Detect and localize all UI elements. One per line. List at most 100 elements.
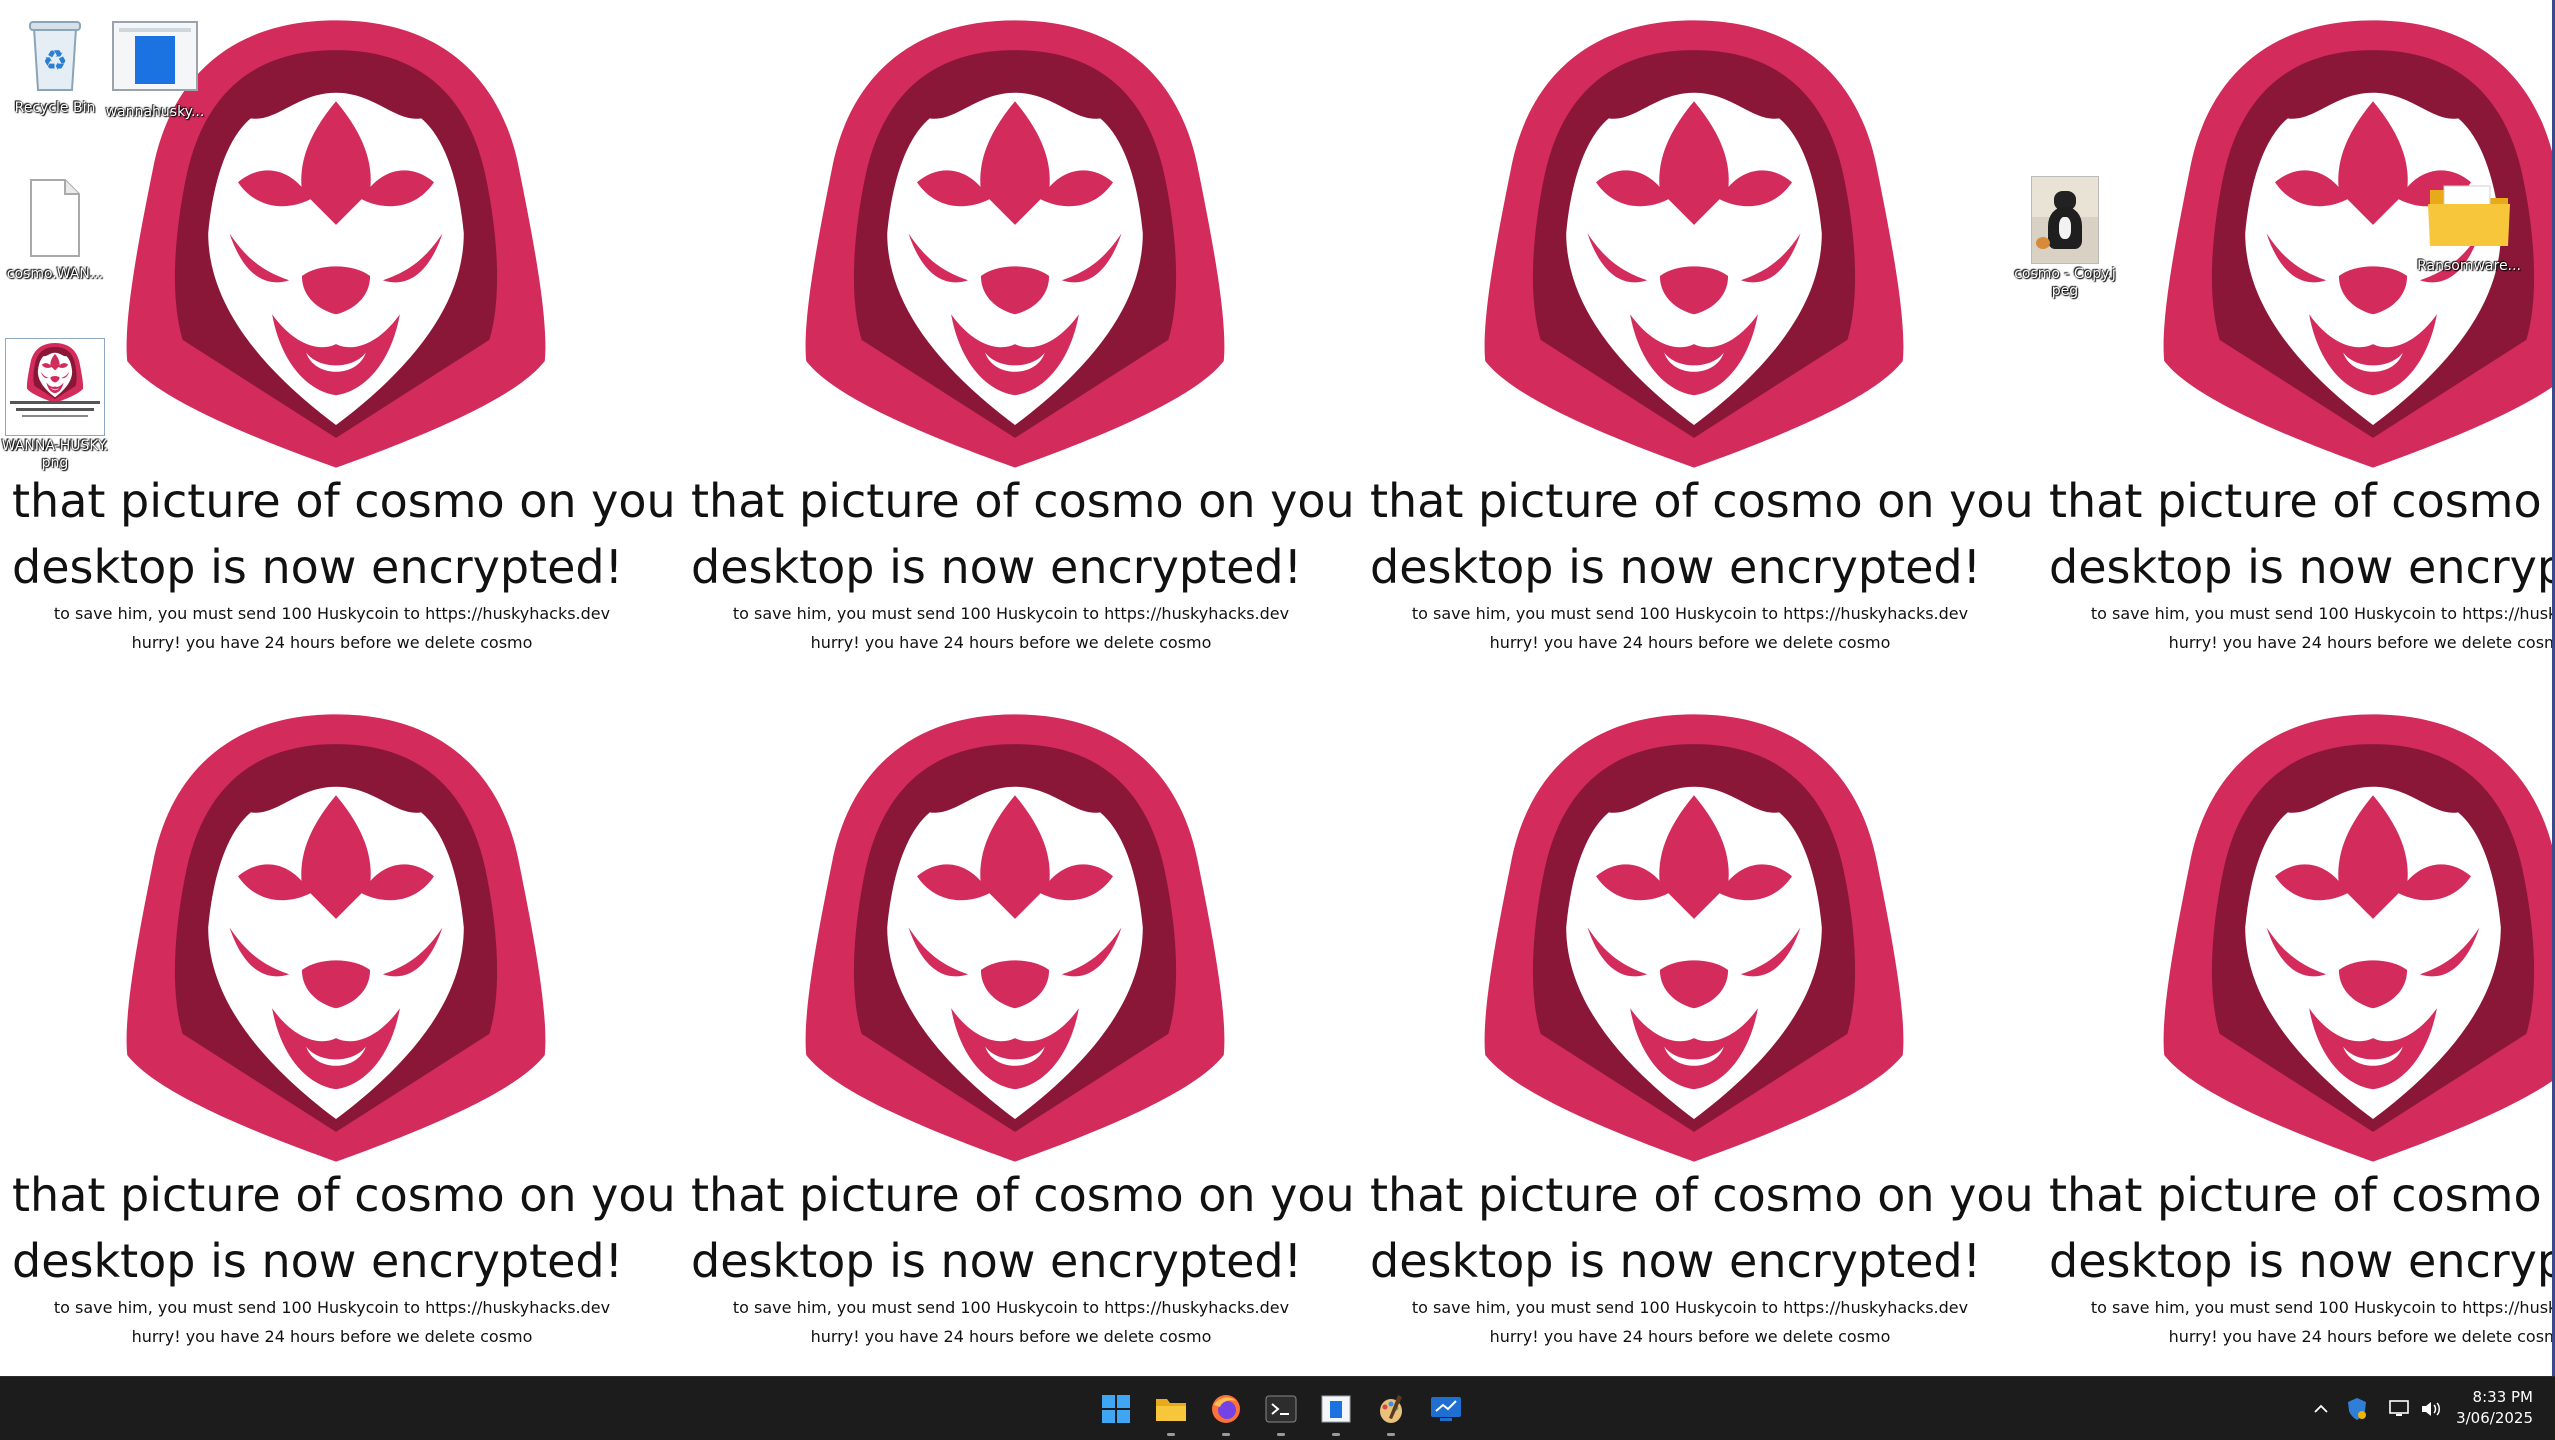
ransom-headline: that picture of cosmo on your desktop is … [691,468,1358,600]
ransom-tile: that picture of cosmo on your desktop is … [2037,0,2555,694]
windows-logo-icon [1102,1395,1130,1423]
ransom-deadline: hurry! you have 24 hours before we delet… [131,1327,533,1346]
ransom-headline-line2: desktop is now encrypted! [691,1234,1303,1288]
ransom-instructions: to save him, you must send 100 Huskycoin… [53,604,611,623]
cosmo-copy-jpeg-item[interactable]: cosmo - Copy.jpeg [2010,176,2120,300]
ransom-headline-line2: desktop is now encrypted! [691,540,1303,594]
ransom-instructions: to save him, you must send 100 Huskycoin… [1411,604,1969,623]
ransom-deadline: hurry! you have 24 hours before we delet… [810,633,1212,652]
paint-button[interactable] [1370,1388,1412,1436]
wannahusky-exe-label: wannahusky... [105,104,205,120]
ransom-instructions: to save him, you must send 100 Huskycoin… [2090,604,2555,623]
ransom-headline: that picture of cosmo on your desktop is … [691,1162,1358,1294]
ransom-headline: that picture of cosmo on your desktop is … [2049,468,2555,600]
show-hidden-icons-button[interactable] [2310,1395,2332,1423]
husky-hood-logo [805,20,1225,468]
ransom-headline: that picture of cosmo on your desktop is … [12,468,679,600]
ransom-instructions: to save him, you must send 100 Huskycoin… [1411,1298,1969,1317]
terminal-icon [1265,1395,1297,1423]
ransom-headline-line1: that picture of cosmo on your [12,474,679,528]
remote-desktop-icon [1431,1397,1461,1421]
ransom-tile: that picture of cosmo on your desktop is … [2037,694,2555,1376]
husky-hood-logo [1484,20,1904,468]
speaker-icon [2422,1402,2440,1416]
ransom-headline-line2: desktop is now encrypted! [2049,1234,2555,1288]
shield-icon [2348,1398,2366,1420]
ransom-tile: that picture of cosmo on your desktop is … [1358,0,2037,694]
running-indicator [1277,1433,1285,1436]
ransom-headline: that picture of cosmo on your desktop is … [12,1162,679,1294]
ransomware-folder-label: Ransomware... [2417,258,2521,274]
firefox-icon [1212,1395,1240,1423]
husky-hood-logo [1484,714,1904,1162]
ransom-tile: that picture of cosmo on your desktop is … [1358,694,2037,1376]
ransom-headline-line2: desktop is now encrypted! [12,540,624,594]
svg-text:♻: ♻ [42,44,67,77]
start-button[interactable] [1095,1388,1137,1430]
firefox-button[interactable] [1205,1388,1247,1436]
cosmo-encrypted-file-item[interactable]: cosmo.WAN... [0,176,110,283]
ransom-headline-line1: that picture of cosmo on your [691,1168,1358,1222]
desktop-wallpaper: that picture of cosmo on your desktop is … [0,0,2555,1376]
ransom-headline: that picture of cosmo on your desktop is … [2049,1162,2555,1294]
husky-thumbnail-icon [26,343,84,403]
running-indicator [1387,1433,1395,1436]
wannahusky-png-label: WANNA-HUSKY.png [1,438,109,471]
network-tray-button[interactable] [2386,1395,2412,1423]
recycle-bin-label: Recycle Bin [14,100,96,116]
ransom-instructions: to save him, you must send 100 Huskycoin… [732,1298,1290,1317]
wannahusky-exe-icon-item[interactable]: wannahusky... [100,18,210,121]
ransom-deadline: hurry! you have 24 hours before we delet… [1489,633,1891,652]
ransom-headline-line1: that picture of cosmo on your [2049,474,2555,528]
ransom-deadline: hurry! you have 24 hours before we delet… [810,1327,1212,1346]
volume-tray-button[interactable] [2418,1395,2444,1423]
husky-hood-logo [126,714,546,1162]
running-indicator [1332,1433,1340,1436]
ransom-headline-line2: desktop is now encrypted! [1370,540,1982,594]
chevron-up-icon [2314,1404,2328,1413]
cosmo-cat-photo-icon [2031,176,2099,264]
ransom-deadline: hurry! you have 24 hours before we delet… [2168,633,2555,652]
ransom-headline-line1: that picture of cosmo on your [1370,1168,2037,1222]
ransom-headline-line2: desktop is now encrypted! [2049,540,2555,594]
ransom-headline: that picture of cosmo on your desktop is … [1370,1162,2037,1294]
recycle-bin-icon: ♻ [29,21,81,91]
ransom-tile: that picture of cosmo on your desktop is … [679,694,1358,1376]
security-tray-button[interactable] [2344,1395,2370,1423]
ransom-headline-line1: that picture of cosmo on your [691,474,1358,528]
running-indicator [1167,1433,1175,1436]
wannahusky-app-button[interactable] [1315,1388,1357,1436]
network-icon [2389,1400,2409,1416]
cosmo-copy-jpeg-label: cosmo - Copy.jpeg [2014,266,2116,299]
ransom-deadline: hurry! you have 24 hours before we delet… [1489,1327,1891,1346]
ransom-tile: that picture of cosmo on your desktop is … [0,694,679,1376]
ransom-deadline: hurry! you have 24 hours before we delet… [131,633,533,652]
folder-icon [2428,185,2510,246]
application-window-icon [112,21,198,91]
clock-date: 3/06/2025 [2456,1409,2533,1427]
file-explorer-button[interactable] [1150,1388,1192,1436]
app-window-icon [1321,1395,1351,1423]
remote-desktop-button[interactable] [1425,1388,1467,1430]
clock-time: 8:33 PM [2472,1388,2533,1406]
ransom-deadline: hurry! you have 24 hours before we delet… [2168,1327,2555,1346]
wannahusky-png-item[interactable]: WANNA-HUSKY.png [0,338,110,472]
ransom-instructions: to save him, you must send 100 Huskycoin… [2090,1298,2555,1317]
husky-hood-logo [2163,714,2555,1162]
ransom-headline-line1: that picture of cosmo on your [12,1168,679,1222]
terminal-button[interactable] [1260,1388,1302,1436]
ransom-instructions: to save him, you must send 100 Huskycoin… [732,604,1290,623]
ransom-headline: that picture of cosmo on your desktop is … [1370,468,2037,600]
blank-file-icon [30,179,80,257]
ransom-tile: that picture of cosmo on your desktop is … [679,0,1358,694]
ransom-headline-line2: desktop is now encrypted! [1370,1234,1982,1288]
ransomware-folder-item[interactable]: Ransomware... [2414,176,2524,275]
ransom-instructions: to save him, you must send 100 Huskycoin… [53,1298,611,1317]
paint-brush-icon [1380,1395,1402,1423]
ransom-headline-line2: desktop is now encrypted! [12,1234,624,1288]
running-indicator [1222,1433,1230,1436]
taskbar: 8:33 PM 3/06/2025 [0,1376,2555,1440]
system-clock[interactable]: 8:33 PM 3/06/2025 [2456,1387,2533,1429]
file-explorer-icon [1156,1399,1186,1421]
recycle-bin-icon-item[interactable]: ♻ Recycle Bin [0,10,110,117]
